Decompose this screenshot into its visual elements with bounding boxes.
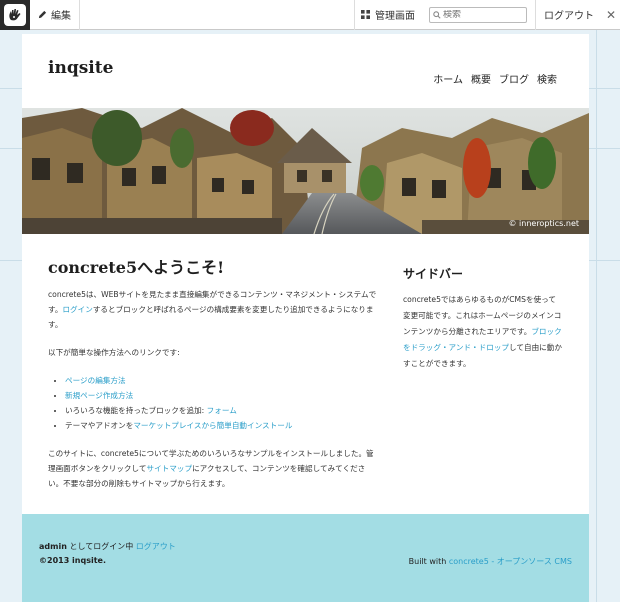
hand-logo-icon [4,3,26,26]
list-item: いろいろな機能を持ったブロックを追加: フォーム [65,403,378,418]
edit-page-link[interactable]: ページの編集方法 [65,376,126,385]
nav-item-about[interactable]: 概要 [471,71,491,86]
links-heading: 以下が簡単な操作方法へのリンクです: [48,348,180,357]
dashboard-button[interactable]: 管理画面 [354,0,421,30]
search-box [429,6,527,23]
dashboard-grid-icon [361,10,370,19]
list-item: テーマやアドオンをマーケットプレイスから簡単自動インストール [65,418,378,433]
list-item-text: いろいろな機能を持ったブロックを追加: [65,406,207,415]
help-links-list: ページの編集方法 新規ページ作成方法 いろいろな機能を持ったブロックを追加: フ… [48,373,378,433]
sidebar-title: サイドバー [403,267,464,281]
footer-logout-link[interactable]: ログアウト [136,542,176,551]
sidebar: サイドバー concrete5ではあらゆるものがCMSを使って変更可能です。これ… [403,266,563,372]
list-item: ページの編集方法 [65,373,378,388]
search-input[interactable] [443,9,523,20]
background-line [596,30,597,602]
main-navigation: ホーム 概要 ブログ 検索 [433,71,557,86]
concrete5-logo[interactable] [0,0,30,30]
edit-button[interactable]: 編集 [30,0,80,30]
page-container: inqsite ホーム 概要 ブログ 検索 © inneroptics.net … [22,34,589,602]
pencil-icon [38,10,47,19]
form-link[interactable]: フォーム [207,406,237,415]
new-page-link[interactable]: 新規ページ作成方法 [65,391,133,400]
username: admin [39,542,67,551]
close-icon[interactable]: ✕ [602,8,620,22]
intro-text-cont: するとブロックと呼ばれるページの構成要素を変更したり追加できるようになります。 [48,305,374,329]
site-name[interactable]: inqsite [48,58,113,78]
site-header: inqsite ホーム 概要 ブログ 検索 [22,34,589,108]
built-with: Built with concrete5 - オープンソース CMS [409,556,572,567]
logged-in-text: としてログイン中 [66,542,136,551]
hero-image: © inneroptics.net [22,108,589,234]
concrete5-link[interactable]: concrete5 - オープンソース CMS [449,557,572,566]
nav-item-search[interactable]: 検索 [537,71,557,86]
sidebar-text: concrete5ではあらゆるものがCMSを使って変更可能です。これはホームペー… [403,292,563,372]
login-status: admin としてログイン中 ログアウト [39,541,176,552]
login-link[interactable]: ログイン [62,305,92,314]
outro-paragraph: このサイトに、concrete5について学ぶためのいろいろなサンプルをインストー… [48,446,378,491]
photo-credit: © inneroptics.net [508,219,579,228]
site-footer: admin としてログイン中 ログアウト ©2013 inqsite. Buil… [22,514,589,602]
copyright: ©2013 inqsite. [39,556,107,565]
marketplace-link[interactable]: マーケットプレイスから簡単自動インストール [133,421,292,430]
list-item: 新規ページ作成方法 [65,388,378,403]
intro-paragraph: concrete5は、WEBサイトを見たまま直接編集ができるコンテンツ・マネジメ… [48,287,378,332]
nav-item-blog[interactable]: ブログ [499,71,529,86]
edit-label: 編集 [51,11,71,22]
search-icon [433,10,441,19]
logout-button[interactable]: ログアウト [535,0,602,30]
village-street-photo [22,108,589,234]
edit-toolbar: 編集 管理画面 ログアウト ✕ [0,0,620,30]
list-item-text: テーマやアドオンを [65,421,134,430]
page-title: concrete5へようこそ! [48,258,225,277]
sitemap-link[interactable]: サイトマップ [147,464,193,473]
main-content: concrete5へようこそ! concrete5は、WEBサイトを見たまま直接… [48,260,378,504]
dashboard-label: 管理画面 [375,11,415,22]
built-with-text: Built with [408,557,449,566]
nav-item-home[interactable]: ホーム [433,71,463,86]
